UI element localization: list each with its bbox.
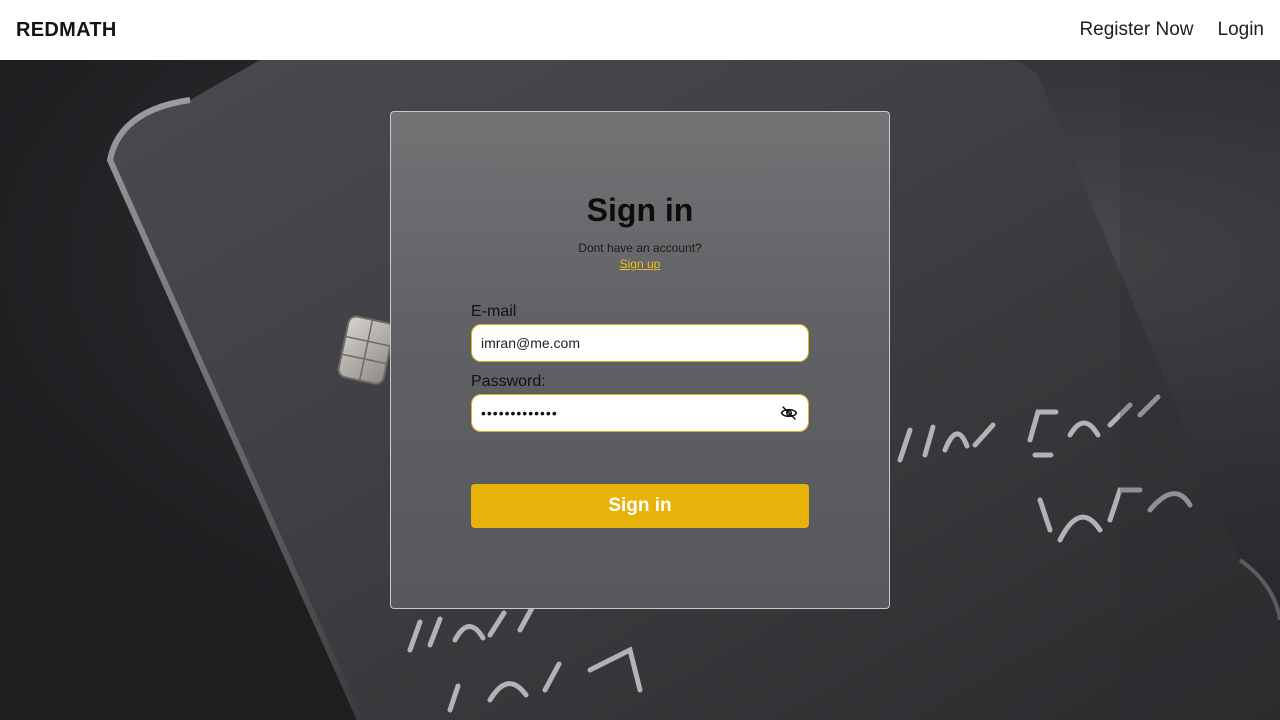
email-label: E-mail: [471, 303, 517, 320]
register-now-link[interactable]: Register Now: [1079, 19, 1193, 41]
email-field[interactable]: imran@me.com: [471, 324, 809, 362]
no-account-text: Dont have an account?: [578, 241, 702, 255]
sign-up-link[interactable]: Sign up: [391, 257, 889, 271]
eye-slash-icon[interactable]: [779, 403, 799, 423]
login-link[interactable]: Login: [1218, 19, 1265, 41]
password-value[interactable]: •••••••••••••: [481, 405, 779, 421]
email-value[interactable]: imran@me.com: [481, 335, 799, 351]
sign-in-panel: Sign in Dont have an account? Sign up E-…: [390, 111, 890, 609]
sign-in-button[interactable]: Sign in: [471, 484, 809, 528]
top-navbar: REDMATH Register Now Login: [0, 0, 1280, 60]
nav-links: Register Now Login: [1079, 19, 1264, 41]
password-field[interactable]: •••••••••••••: [471, 394, 809, 432]
brand-logo[interactable]: REDMATH: [16, 19, 117, 42]
sign-in-heading: Sign in: [586, 192, 694, 228]
password-label: Password:: [471, 373, 546, 390]
